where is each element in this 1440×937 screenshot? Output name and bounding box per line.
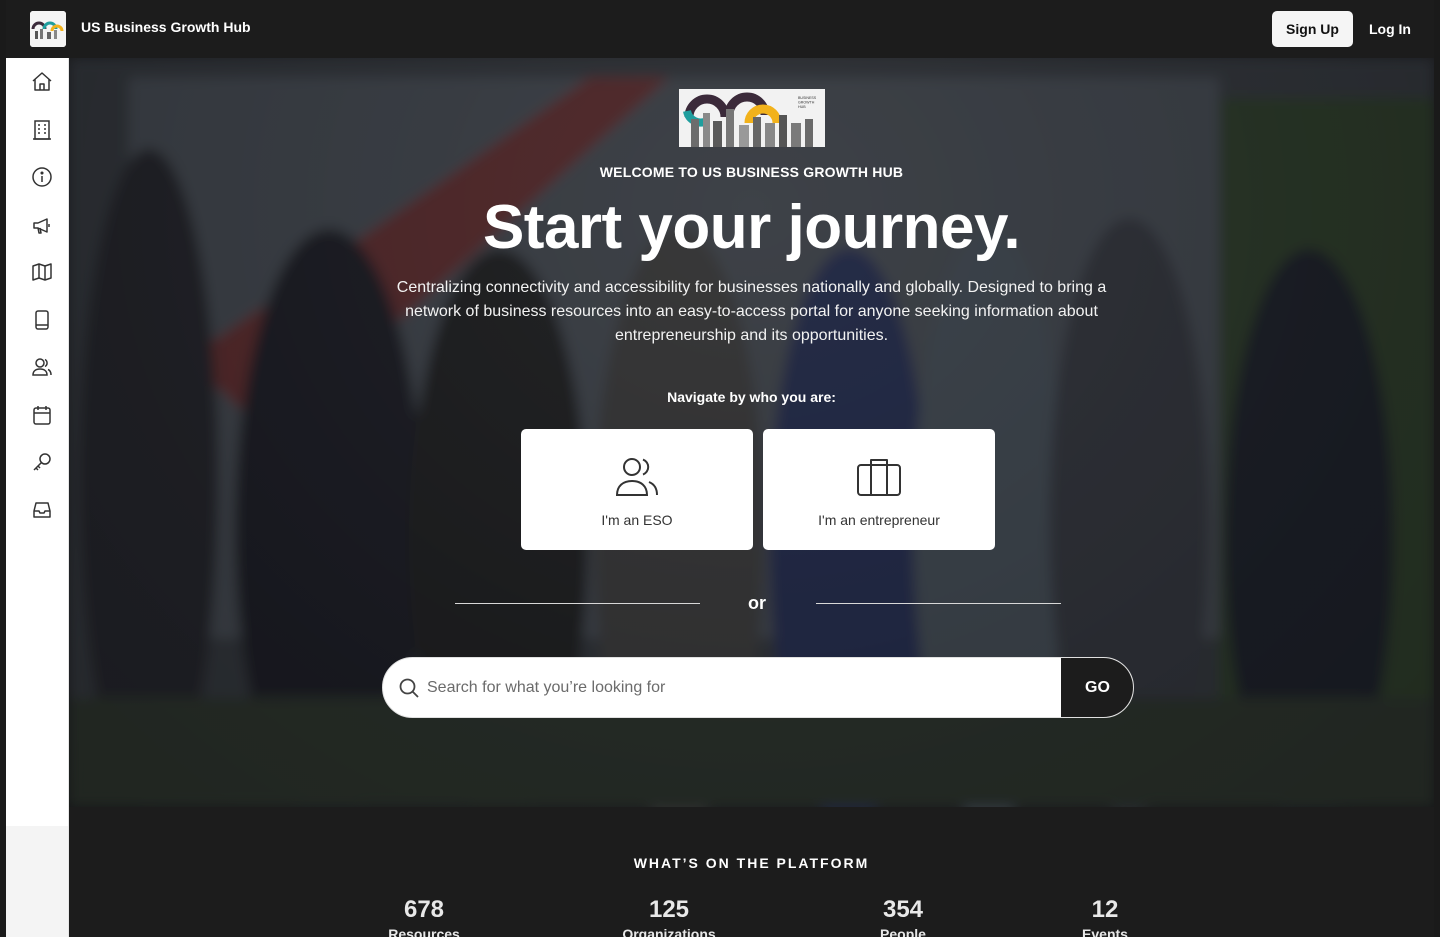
entrepreneur-card[interactable]: I'm an entrepreneur [763,429,995,550]
log-in-button[interactable]: Log In [1364,11,1416,47]
users-icon [615,458,658,496]
inbox-icon[interactable] [30,498,54,522]
page-title: Start your journey. [482,193,1021,262]
brand-name[interactable]: US Business Growth Hub [81,19,251,35]
sidebar [6,58,69,826]
map-icon[interactable] [30,260,54,284]
stat-organizations: 125 Organizations [594,896,744,937]
briefcase-icon [857,459,901,496]
stat-resources: 678 Resources [364,896,484,937]
eso-card-label: I'm an ESO [601,512,673,528]
stat-value: 12 [1091,896,1119,923]
eso-card[interactable]: I'm an ESO [521,429,753,550]
building-icon[interactable] [30,118,54,142]
stat-events: 12 Events [1045,896,1165,937]
search-icon [399,678,419,698]
navigate-label: Navigate by who you are: [667,389,836,405]
site-logo[interactable] [30,11,66,47]
svg-text:HUB: HUB [798,105,806,109]
stat-label: Organizations [622,926,716,937]
entrepreneur-card-label: I'm an entrepreneur [818,512,940,528]
go-button[interactable]: GO [1061,658,1133,717]
welcome-text: WELCOME TO US BUSINESS GROWTH HUB [599,164,904,180]
divider-right [816,603,1061,604]
stat-value: 678 [403,896,445,923]
hero-section: BUSINESS GROWTH HUB WELCOME TO US BUSINE… [69,58,1434,807]
stat-people: 354 People [843,896,963,937]
home-icon[interactable] [30,70,54,94]
hero-description: Centralizing connectivity and accessibil… [396,279,1107,344]
stat-value: 125 [648,896,690,923]
top-navbar: US Business Growth Hub Sign Up Log In [6,0,1434,58]
key-icon[interactable] [30,450,54,474]
hero-logo: BUSINESS GROWTH HUB [679,89,825,147]
stat-label: Resources [388,926,460,937]
stat-value: 354 [882,896,924,923]
megaphone-icon[interactable] [30,213,54,237]
info-icon[interactable] [30,165,54,189]
search-bar: GO [382,657,1134,718]
users-icon[interactable] [30,355,54,379]
platform-stats: WHAT’S ON THE PLATFORM 678 Resources 125… [69,807,1434,937]
calendar-icon[interactable] [30,403,54,427]
svg-text:BUSINESS: BUSINESS [798,96,817,100]
sidebar-footer [6,826,69,937]
stat-label: Events [1082,926,1128,937]
sign-up-button[interactable]: Sign Up [1272,11,1353,47]
search-input[interactable] [427,658,1057,717]
stats-title: WHAT’S ON THE PLATFORM [633,855,870,871]
book-icon[interactable] [30,308,54,332]
stat-label: People [880,926,926,937]
app-frame: US Business Growth Hub Sign Up Log In BU… [6,0,1434,937]
svg-text:GROWTH: GROWTH [798,101,815,105]
or-separator: or [748,593,766,613]
divider-left [455,603,700,604]
